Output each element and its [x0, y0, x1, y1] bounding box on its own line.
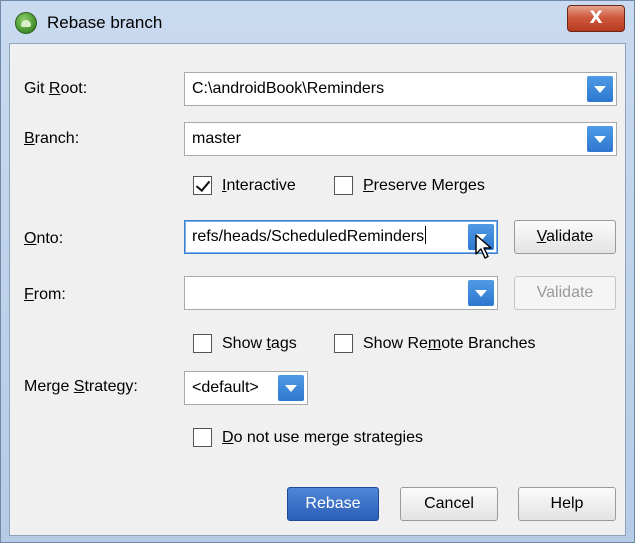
branch-label: Branch:	[24, 130, 80, 147]
branch-value: master	[192, 130, 241, 147]
git-root-value: C:\androidBook\Reminders	[192, 80, 385, 97]
onto-validate-button[interactable]: Validate	[514, 220, 616, 254]
checkbox-unchecked-icon[interactable]	[193, 428, 212, 447]
rebase-branch-dialog: Rebase branch X Git Root: C:\androidBook…	[0, 0, 635, 543]
no-merge-strategies-label: Do not use merge strategies	[222, 428, 423, 446]
dialog-body: Git Root: C:\androidBook\Reminders Branc…	[9, 43, 626, 536]
close-button[interactable]: X	[567, 5, 625, 32]
chevron-down-icon[interactable]	[278, 375, 304, 401]
show-remote-branches-checkbox[interactable]: Show Remote Branches	[334, 334, 536, 353]
chevron-down-icon[interactable]	[587, 76, 613, 102]
show-tags-checkbox[interactable]: Show tags	[193, 334, 297, 353]
interactive-label: Interactive	[222, 176, 296, 194]
show-remote-branches-label: Show Remote Branches	[363, 334, 536, 352]
merge-strategy-combo[interactable]: <default>	[184, 371, 308, 405]
interactive-checkbox[interactable]: Interactive	[193, 176, 296, 195]
from-label: From:	[24, 286, 66, 303]
rebase-button[interactable]: Rebase	[287, 487, 379, 521]
merge-strategy-label: Merge Strategy:	[24, 378, 138, 395]
text-caret	[425, 226, 427, 244]
show-tags-label: Show tags	[222, 334, 297, 352]
checkbox-checked-icon[interactable]	[193, 176, 212, 195]
mouse-pointer-icon	[475, 234, 492, 259]
preserve-merges-checkbox[interactable]: Preserve Merges	[334, 176, 485, 195]
git-root-combo[interactable]: C:\androidBook\Reminders	[184, 72, 617, 106]
branch-combo[interactable]: master	[184, 122, 617, 156]
android-studio-icon	[15, 12, 37, 34]
checkbox-unchecked-icon[interactable]	[193, 334, 212, 353]
chevron-down-icon[interactable]	[468, 280, 494, 306]
checkbox-unchecked-icon[interactable]	[334, 176, 353, 195]
title-bar[interactable]: Rebase branch X	[1, 1, 634, 43]
checkbox-unchecked-icon[interactable]	[334, 334, 353, 353]
onto-value[interactable]: refs/heads/ScheduledReminders	[192, 228, 424, 245]
no-merge-strategies-checkbox[interactable]: Do not use merge strategies	[193, 428, 423, 447]
merge-strategy-value: <default>	[192, 379, 259, 396]
cancel-button[interactable]: Cancel	[400, 487, 498, 521]
window-title: Rebase branch	[47, 13, 163, 32]
git-root-label: Git Root:	[24, 80, 88, 97]
onto-combo[interactable]: refs/heads/ScheduledReminders	[184, 220, 498, 254]
from-combo[interactable]	[184, 276, 498, 310]
preserve-merges-label: Preserve Merges	[363, 176, 485, 194]
help-button[interactable]: Help	[518, 487, 616, 521]
from-validate-button[interactable]: Validate	[514, 276, 616, 310]
chevron-down-icon[interactable]	[587, 126, 613, 152]
onto-label: Onto:	[24, 230, 64, 247]
